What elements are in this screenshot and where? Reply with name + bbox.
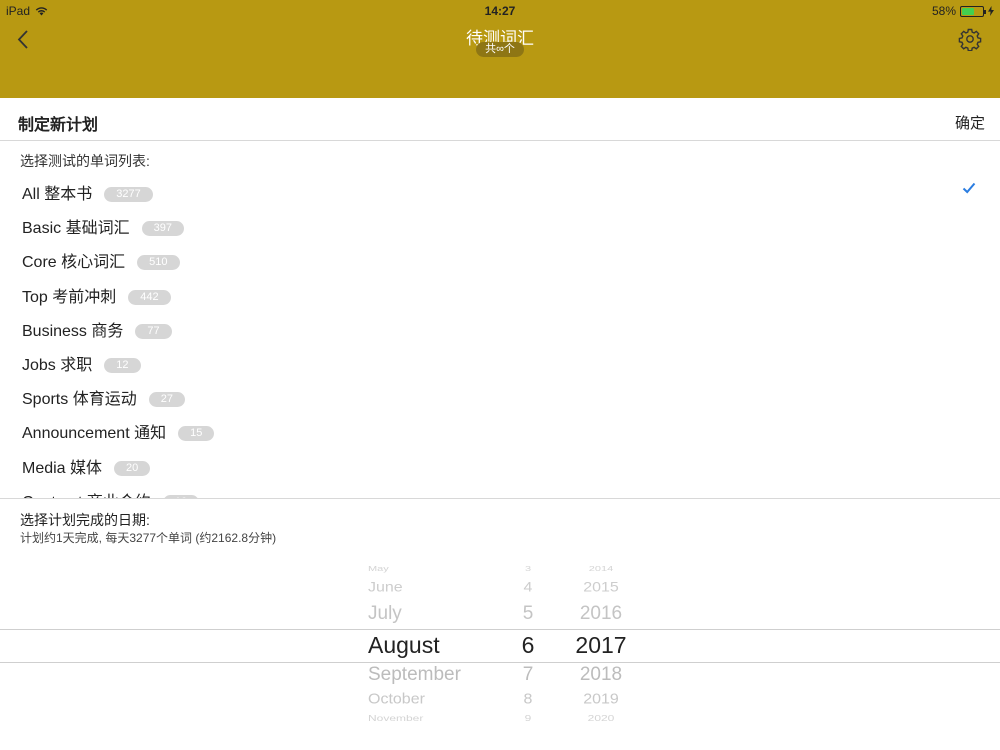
list-item-name: Business 商务 bbox=[22, 322, 124, 340]
day-option: 4 bbox=[523, 580, 533, 595]
day-option: 8 bbox=[523, 691, 533, 708]
list-item[interactable]: Media 媒体 20 bbox=[0, 447, 1000, 481]
list-item-name: Announcement 通知 bbox=[22, 425, 167, 443]
day-option: 7 bbox=[522, 664, 534, 685]
count-badge: 77 bbox=[135, 323, 172, 339]
list-item[interactable]: Core 核心词汇 510 bbox=[0, 241, 1000, 275]
plan-bar: 制定新计划 确定 bbox=[0, 98, 1000, 141]
date-section: 选择计划完成的日期: 计划约1天完成, 每天3277个单词 (约2162.8分钟… bbox=[0, 498, 1000, 750]
count-badge: 442 bbox=[128, 289, 171, 305]
date-picker[interactable]: May June July August September October Novembe… bbox=[0, 561, 1000, 750]
count-badge: 12 bbox=[104, 358, 141, 373]
word-list-section: 选择测试的单词列表: All 整本书 3277 Basic 基础词汇 397 Core … bbox=[0, 141, 1000, 498]
list-item[interactable]: Announcement 通知 15 bbox=[0, 412, 1000, 446]
year-option: 2020 bbox=[587, 713, 615, 723]
day-option: 9 bbox=[524, 713, 532, 723]
battery-icon bbox=[960, 5, 986, 17]
checkmark-icon bbox=[962, 182, 976, 194]
year-option: 2019 bbox=[583, 691, 619, 708]
nav-header: iPad 14:27 58% 待测词汇 共∞个 bbox=[0, 0, 1000, 98]
word-list-label: 选择测试的单词列表: bbox=[20, 153, 150, 169]
list-item-name: Jobs 求职 bbox=[22, 357, 93, 374]
charging-icon bbox=[988, 6, 994, 16]
day-option: 3 bbox=[524, 564, 532, 574]
year-wheel[interactable]: 2014 2015 2016 2017 2018 2019 2020 bbox=[566, 561, 636, 750]
list-item-name: Top 考前冲刺 bbox=[22, 288, 117, 306]
plan-title: 制定新计划 bbox=[18, 117, 99, 134]
count-badge: 20 bbox=[114, 460, 151, 476]
gear-icon bbox=[958, 28, 982, 52]
month-option: October bbox=[368, 691, 425, 708]
confirm-button[interactable]: 确定 bbox=[955, 112, 985, 133]
month-option: July bbox=[368, 603, 402, 624]
plan-hint: 计划约1天完成, 每天3277个单词 (约2162.8分钟) bbox=[20, 531, 277, 545]
list-item-name: Sports 体育运动 bbox=[22, 391, 137, 409]
day-option: 6 bbox=[521, 632, 535, 658]
month-option: May bbox=[368, 564, 389, 574]
date-label: 选择计划完成的日期: bbox=[20, 512, 150, 528]
word-count-badge: 共∞个 bbox=[476, 42, 524, 57]
list-item-name: All 整本书 bbox=[22, 186, 93, 203]
year-option: 2018 bbox=[579, 664, 623, 685]
count-badge: 3277 bbox=[104, 187, 153, 202]
status-bar: iPad 14:27 58% bbox=[0, 0, 1000, 20]
picker-selection-band bbox=[0, 629, 1000, 663]
year-option: 2017 bbox=[575, 632, 627, 658]
year-option: 2015 bbox=[583, 580, 619, 595]
count-badge: 15 bbox=[178, 426, 215, 442]
day-option: 5 bbox=[522, 603, 534, 624]
day-wheel[interactable]: 3 4 5 6 7 8 9 bbox=[508, 561, 548, 750]
month-option: August bbox=[368, 632, 440, 658]
status-time: 14:27 bbox=[484, 4, 516, 18]
battery-percent: 58% bbox=[931, 4, 956, 18]
list-item-name: Basic 基础词汇 bbox=[22, 220, 130, 238]
count-badge: 397 bbox=[141, 221, 184, 237]
month-option: September bbox=[368, 664, 461, 685]
settings-button[interactable] bbox=[958, 27, 982, 52]
year-option: 2014 bbox=[588, 564, 614, 574]
list-item-name: Core 核心词汇 bbox=[22, 254, 126, 272]
month-option: June bbox=[368, 580, 403, 595]
list-item[interactable]: Jobs 求职 12 bbox=[0, 344, 1000, 378]
count-badge: 510 bbox=[137, 255, 180, 271]
count-badge: 27 bbox=[148, 392, 185, 408]
year-option: 2016 bbox=[579, 603, 623, 624]
month-option: November bbox=[368, 713, 424, 723]
list-item[interactable]: Basic 基础词汇 397 bbox=[0, 207, 1000, 241]
list-item[interactable]: Contract 商业合约10 bbox=[0, 481, 1000, 498]
month-wheel[interactable]: May June July August September October Novembe… bbox=[360, 561, 500, 750]
list-item[interactable]: All 整本书 3277 bbox=[0, 173, 1000, 207]
list-item-name: Media 媒体 bbox=[22, 459, 103, 477]
list-item[interactable]: Business 商务 77 bbox=[0, 310, 1000, 344]
list-item[interactable]: Sports 体育运动 27 bbox=[0, 378, 1000, 412]
list-item[interactable]: Top 考前冲刺 442 bbox=[0, 276, 1000, 310]
